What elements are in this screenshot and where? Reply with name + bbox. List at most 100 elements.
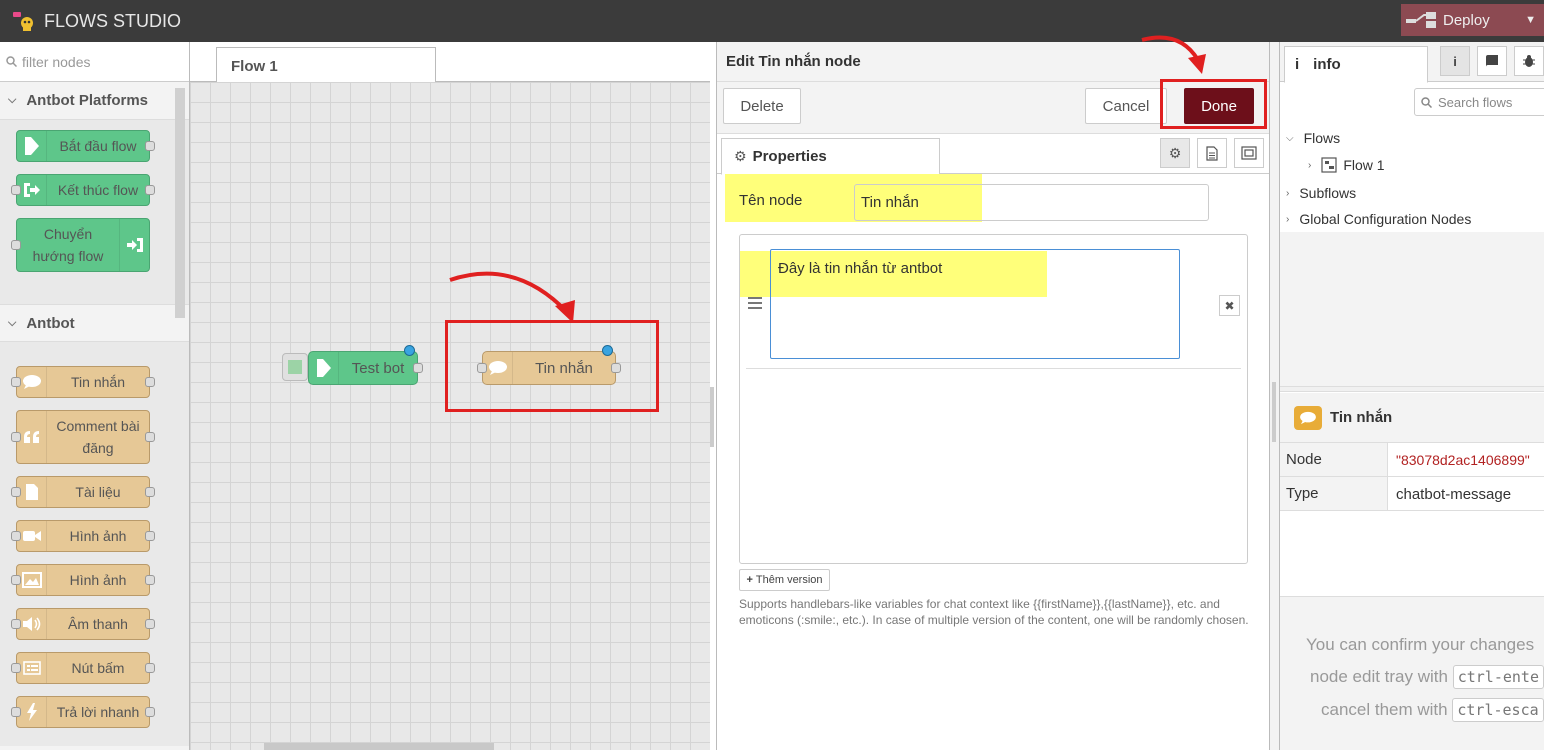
tab-label: Properties [752, 148, 827, 165]
cancel-button[interactable]: Cancel [1085, 88, 1167, 124]
palette-node-comment-post[interactable]: Comment bài đăng [11, 410, 155, 464]
tree-label: Flow 1 [1343, 157, 1385, 173]
flow-icon [1321, 157, 1337, 173]
output-port[interactable] [145, 531, 155, 541]
output-port[interactable] [145, 185, 155, 195]
annotation-box-node [445, 320, 659, 412]
palette-node-label: Hình ảnh [69, 528, 127, 544]
input-port[interactable] [11, 707, 21, 717]
info-icon: i [1453, 53, 1457, 69]
input-port[interactable] [11, 240, 21, 250]
palette-node-audio[interactable]: Âm thanh [11, 608, 155, 640]
input-port[interactable] [11, 487, 21, 497]
output-port[interactable] [145, 619, 155, 629]
output-port[interactable] [145, 432, 155, 442]
chevron-right-icon: › [1286, 213, 1290, 225]
table-row: Type chatbot-message [1280, 477, 1544, 511]
search-flows-input[interactable]: Search flows [1414, 88, 1544, 116]
tree-label: Subflows [1299, 185, 1357, 201]
input-port[interactable] [11, 575, 21, 585]
tab-flow-1[interactable]: Flow 1 [216, 47, 436, 83]
palette-node-label: Trả lời nhanh [56, 704, 140, 720]
tab-settings[interactable]: ⚙ [1160, 138, 1190, 168]
tip-text: node edit tray with [1310, 667, 1448, 686]
tree-item-flow-1[interactable]: › Flow 1 [1308, 157, 1385, 173]
chevron-down-icon: ⌵ [1286, 132, 1294, 144]
deploy-label: Deploy [1443, 11, 1490, 29]
app-title: FLOWS STUDIO [44, 10, 182, 31]
help-text: Supports handlebars-like variables for c… [739, 597, 1249, 627]
tab-info-icon[interactable]: i [1440, 46, 1470, 76]
tip-line-1: You can confirm your changes [1306, 635, 1535, 654]
tree-item-subflows[interactable]: › Subflows [1286, 185, 1356, 201]
palette-node-quick-reply[interactable]: Trả lời nhanh [11, 696, 155, 728]
sidebar-resize-handle[interactable] [1270, 42, 1279, 750]
inject-button[interactable] [282, 353, 308, 381]
drag-handle-icon[interactable] [748, 297, 762, 312]
tree-item-flows[interactable]: ⌵ Flows [1286, 130, 1340, 146]
tab-properties[interactable]: ⚙ Properties [721, 138, 940, 175]
palette-filter[interactable]: filter nodes [0, 42, 189, 82]
output-port[interactable] [413, 363, 423, 373]
palette-node-end-flow[interactable]: Kết thúc flow [11, 174, 155, 206]
palette-node-label: Chuyển hướng flow [32, 226, 104, 264]
tree-item-global-config[interactable]: › Global Configuration Nodes [1286, 211, 1471, 227]
palette-node-video[interactable]: Hình ảnh [11, 520, 155, 552]
caret-down-icon[interactable]: ▼ [1525, 14, 1536, 26]
tree-label: Global Configuration Nodes [1299, 211, 1472, 227]
arrow-right-icon [309, 352, 339, 384]
palette-node-message[interactable]: Tin nhắn [11, 366, 155, 398]
frame-icon [1241, 146, 1257, 160]
palette-node-label: Nút bấm [71, 660, 125, 676]
prop-key: Type [1280, 477, 1388, 510]
tab-description[interactable] [1197, 138, 1227, 168]
palette-node-start-flow[interactable]: Bắt đầu flow [16, 130, 155, 162]
top-header: FLOWS STUDIO Deploy ▼ [0, 0, 1544, 42]
input-port[interactable] [11, 619, 21, 629]
tab-debug[interactable] [1514, 46, 1544, 76]
output-port[interactable] [145, 707, 155, 717]
chevron-right-icon: › [1286, 187, 1290, 199]
palette-node-image[interactable]: Hình ảnh [11, 564, 155, 596]
delete-button[interactable]: Delete [723, 88, 801, 124]
input-port[interactable] [11, 432, 21, 442]
category-antbot-platforms[interactable]: ⌵ Antbot Platforms [0, 82, 189, 120]
input-port[interactable] [11, 377, 21, 387]
canvas-scrollbar[interactable] [264, 743, 494, 750]
gear-icon: ⚙ [734, 148, 747, 164]
chevron-down-icon: ⌵ [8, 94, 17, 106]
deploy-button[interactable]: Deploy ▼ [1401, 4, 1544, 36]
close-icon: ✖ [1224, 298, 1235, 313]
output-port[interactable] [145, 377, 155, 387]
remove-version-button[interactable]: ✖ [1219, 295, 1240, 316]
palette-node-document[interactable]: Tài liệu [11, 476, 155, 508]
message-textarea[interactable]: Đây là tin nhắn từ antbot [770, 249, 1180, 359]
input-port[interactable] [11, 663, 21, 673]
tab-help[interactable] [1477, 46, 1507, 76]
palette-scrollbar[interactable] [175, 88, 185, 318]
search-icon [6, 54, 18, 70]
category-antbot[interactable]: ⌵ Antbot [0, 304, 189, 342]
output-port[interactable] [145, 141, 155, 151]
sign-in-icon [119, 219, 149, 271]
flow-canvas[interactable] [190, 82, 710, 750]
output-port[interactable] [145, 663, 155, 673]
list-icon [17, 653, 47, 683]
output-port[interactable] [145, 487, 155, 497]
comment-icon [17, 367, 47, 397]
add-version-button[interactable]: + Thêm version [739, 569, 830, 591]
palette-node-button[interactable]: Nút bấm [11, 652, 155, 684]
palette-node-redirect-flow[interactable]: Chuyển hướng flow [11, 218, 150, 272]
gear-icon: ⚙ [1168, 144, 1182, 161]
tab-info[interactable]: i info [1284, 46, 1428, 83]
sidebar-divider[interactable] [1280, 386, 1544, 392]
table-row: Node "83078d2ac1406899" [1280, 443, 1544, 477]
input-port[interactable] [11, 185, 21, 195]
divider [746, 368, 1241, 369]
canvas-node-test-bot[interactable]: Test bot [308, 345, 423, 385]
output-port[interactable] [145, 575, 155, 585]
input-port[interactable] [11, 531, 21, 541]
tab-appearance[interactable] [1234, 138, 1264, 168]
node-name-value: Tin nhắn [861, 194, 919, 211]
node-name-input[interactable]: Tin nhắn [854, 184, 1209, 221]
